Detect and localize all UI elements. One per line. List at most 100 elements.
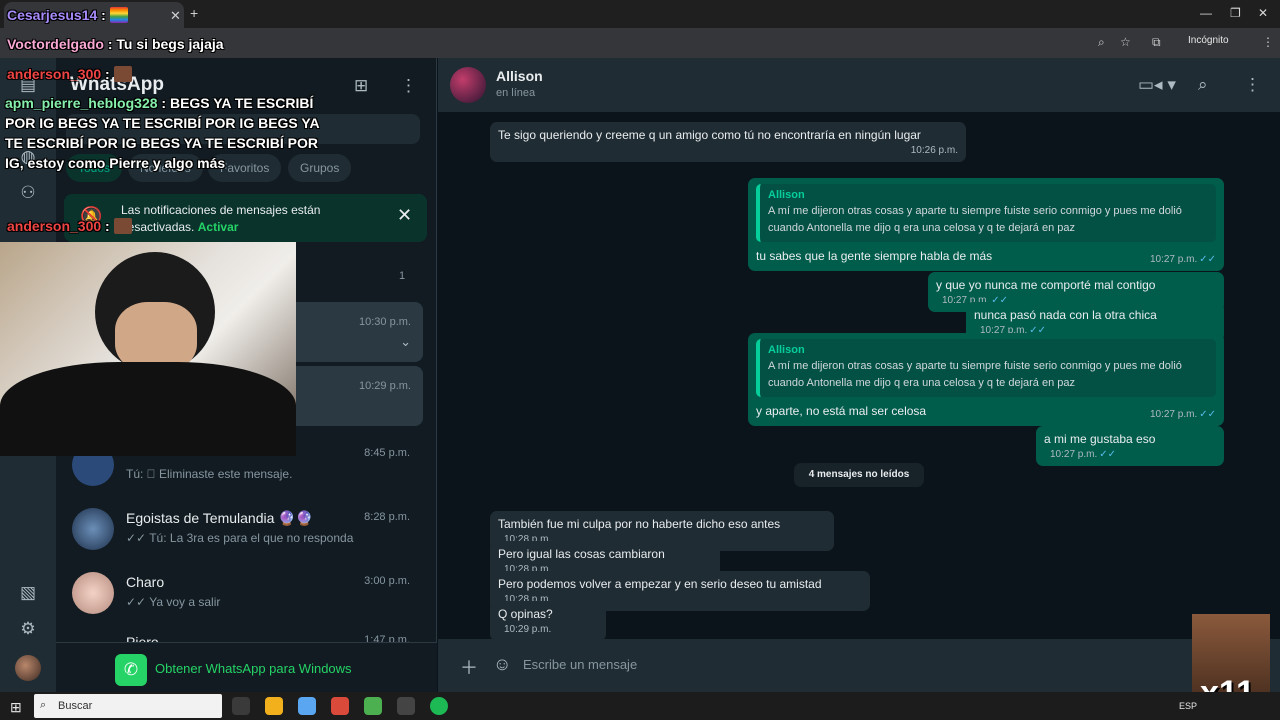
new-chat-icon[interactable]: ⊞	[354, 76, 368, 96]
search-icon: ⌕	[40, 699, 47, 711]
quote-author: Allison	[768, 189, 805, 201]
stream-chat-line: anderson_300 :	[7, 216, 132, 236]
message-text: y aparte, no está mal ser celosa	[756, 404, 927, 418]
message-time: 10:27 p.m.	[1149, 409, 1198, 420]
unread-divider: 4 mensajes no leídos	[794, 463, 924, 487]
search-icon[interactable]: ⌕	[1198, 75, 1208, 95]
taskbar: ⊞ ⌕ Buscar ESP	[0, 692, 1280, 720]
message-outgoing[interactable]: Allison A mí me dijeron otras cosas y ap…	[748, 178, 1224, 271]
extensions-icon[interactable]: ⧉	[1152, 35, 1161, 50]
video-call-icon[interactable]: ▭◂ ▾	[1138, 75, 1176, 95]
avatar	[72, 572, 114, 614]
message-incoming[interactable]: Te sigo queriendo y creeme q un amigo co…	[490, 122, 966, 162]
attach-plus-icon[interactable]: ＋	[460, 654, 478, 680]
chevron-down-icon[interactable]: ⌄	[400, 334, 411, 350]
message-text: Q opinas?	[498, 607, 553, 621]
sticker-icon[interactable]: ☺	[493, 654, 511, 675]
communities-icon[interactable]: ⚇	[17, 182, 39, 204]
message-incoming[interactable]: Q opinas? 10:29 p.m.	[490, 601, 606, 639]
media-icon[interactable]: ▧	[17, 582, 39, 604]
close-window-icon[interactable]: ✕	[1258, 6, 1268, 20]
chat-item[interactable]: Piero 1:47 p.m.	[56, 632, 437, 642]
message-composer: ＋ ☺ Escribe un mensaje	[438, 639, 1280, 692]
quoted-message[interactable]: Allison A mí me dijeron otras cosas y ap…	[756, 184, 1216, 242]
close-tab-icon[interactable]: ✕	[170, 8, 181, 24]
chat-time: 3:00 p.m.	[364, 575, 410, 587]
minimize-icon[interactable]: —	[1200, 6, 1212, 20]
chat-time: 8:45 p.m.	[364, 447, 410, 459]
chrome-icon[interactable]	[364, 697, 382, 715]
message-outgoing[interactable]: Allison A mí me dijeron otras cosas y ap…	[748, 333, 1224, 426]
conversation-panel: Allison en línea ▭◂ ▾ ⌕ ⋮ Te sigo querie…	[438, 58, 1280, 692]
message-time: 10:26 p.m.	[910, 145, 958, 156]
quote-author: Allison	[768, 344, 805, 356]
taskbar-search-placeholder: Buscar	[58, 700, 93, 712]
app-icon[interactable]	[397, 697, 415, 715]
chat-time: 10:29 p.m.	[359, 380, 411, 392]
windows-start-icon[interactable]: ⊞	[10, 699, 22, 716]
message-text: Pero igual las cosas cambiaron	[498, 547, 665, 561]
message-text: nunca pasó nada con la otra chica	[974, 308, 1157, 322]
message-list: Te sigo queriendo y creeme q un amigo co…	[438, 112, 1280, 639]
spotify-icon[interactable]	[430, 697, 448, 715]
browser-menu-icon[interactable]: ⋮	[1262, 35, 1274, 49]
quote-text: A mí me dijeron otras cosas y aparte tu …	[768, 360, 1182, 389]
message-input[interactable]: Escribe un mensaje	[523, 657, 637, 672]
chat-preview: Tú: ⃠ Eliminaste este mensaje.	[126, 467, 293, 481]
message-time: 10:27 p.m.	[1149, 254, 1198, 265]
chat-item[interactable]: Charo ✓✓ Ya voy a salir 3:00 p.m.	[56, 568, 437, 632]
chat-message: Tu si begs jajaja	[116, 36, 224, 52]
settings-icon[interactable]: ⚙	[17, 618, 39, 640]
whatsapp-logo-icon: ✆	[115, 654, 147, 686]
get-app-text[interactable]: Obtener WhatsApp para Windows	[155, 661, 352, 676]
message-text: Pero podemos volver a empezar y en serio…	[498, 577, 822, 591]
chat-time: 10:30 p.m.	[359, 316, 411, 328]
incognito-badge[interactable]: Incógnito	[1188, 35, 1229, 46]
task-view-icon[interactable]	[232, 697, 250, 715]
message-text: a mi me gustaba eso	[1044, 432, 1156, 446]
language-indicator[interactable]: ESP	[1179, 701, 1197, 711]
chat-name: Egoistas de Temulandia 🔮🔮	[126, 510, 314, 526]
message-time: 10:29 p.m.	[504, 624, 552, 635]
close-icon[interactable]: ✕	[397, 205, 412, 226]
file-explorer-icon[interactable]	[265, 697, 283, 715]
message-text: tu sabes que la gente siempre habla de m…	[756, 249, 993, 263]
emote-icon	[109, 7, 128, 23]
avatar[interactable]	[450, 67, 486, 103]
zoom-icon[interactable]: ⌕	[1098, 35, 1105, 50]
chat-username: Voctordelgado	[7, 36, 104, 52]
browser-titlebar: ✕ + — ❐ ✕	[0, 0, 1280, 28]
quote-text: A mí me dijeron otras cosas y aparte tu …	[768, 205, 1182, 234]
chat-username: anderson_300	[7, 218, 102, 234]
message-text: y que yo nunca me comporté mal contigo	[936, 278, 1156, 292]
emote-icon	[113, 66, 132, 82]
chat-username: Cesarjesus14	[7, 7, 98, 23]
stream-chat-line: apm_pierre_heblog328 : BEGS YA TE ESCRIB…	[5, 95, 320, 171]
chat-username: anderson_300	[7, 66, 102, 82]
restore-icon[interactable]: ❐	[1230, 6, 1241, 20]
taskbar-search[interactable]: ⌕ Buscar	[34, 694, 222, 718]
read-ticks-icon: ✓✓	[1199, 409, 1216, 420]
webcam-overlay	[0, 242, 296, 456]
app-icon[interactable]	[298, 697, 316, 715]
chat-time: 1:47 p.m.	[364, 634, 410, 642]
message-text: También fue mi culpa por no haberte dich…	[498, 517, 781, 531]
bookmark-star-icon[interactable]: ☆	[1120, 35, 1131, 49]
new-tab-icon[interactable]: +	[190, 5, 198, 21]
profile-avatar[interactable]	[15, 655, 41, 681]
chat-item[interactable]: Egoistas de Temulandia 🔮🔮 ✓✓ Tú: La 3ra …	[56, 504, 437, 568]
message-outgoing[interactable]: a mi me gustaba eso 10:27 p.m. ✓✓	[1036, 426, 1224, 466]
contact-name: Allison	[496, 68, 543, 84]
contact-status: en línea	[496, 87, 536, 99]
menu-icon[interactable]: ⋮	[1244, 75, 1261, 95]
emote-icon	[113, 218, 132, 234]
conversation-header[interactable]: Allison en línea ▭◂ ▾ ⌕ ⋮	[438, 58, 1280, 112]
chat-preview: ✓✓ Tú: La 3ra es para el que no responda	[126, 531, 354, 545]
activate-notifications-link[interactable]: Activar	[198, 220, 239, 234]
app-icon[interactable]	[331, 697, 349, 715]
message-text: Te sigo queriendo y creeme q un amigo co…	[498, 128, 921, 142]
quoted-message[interactable]: Allison A mí me dijeron otras cosas y ap…	[756, 339, 1216, 397]
get-app-banner[interactable]: ✆ Obtener WhatsApp para Windows	[56, 642, 437, 692]
avatar	[72, 508, 114, 550]
sidebar-menu-icon[interactable]: ⋮	[400, 76, 417, 96]
